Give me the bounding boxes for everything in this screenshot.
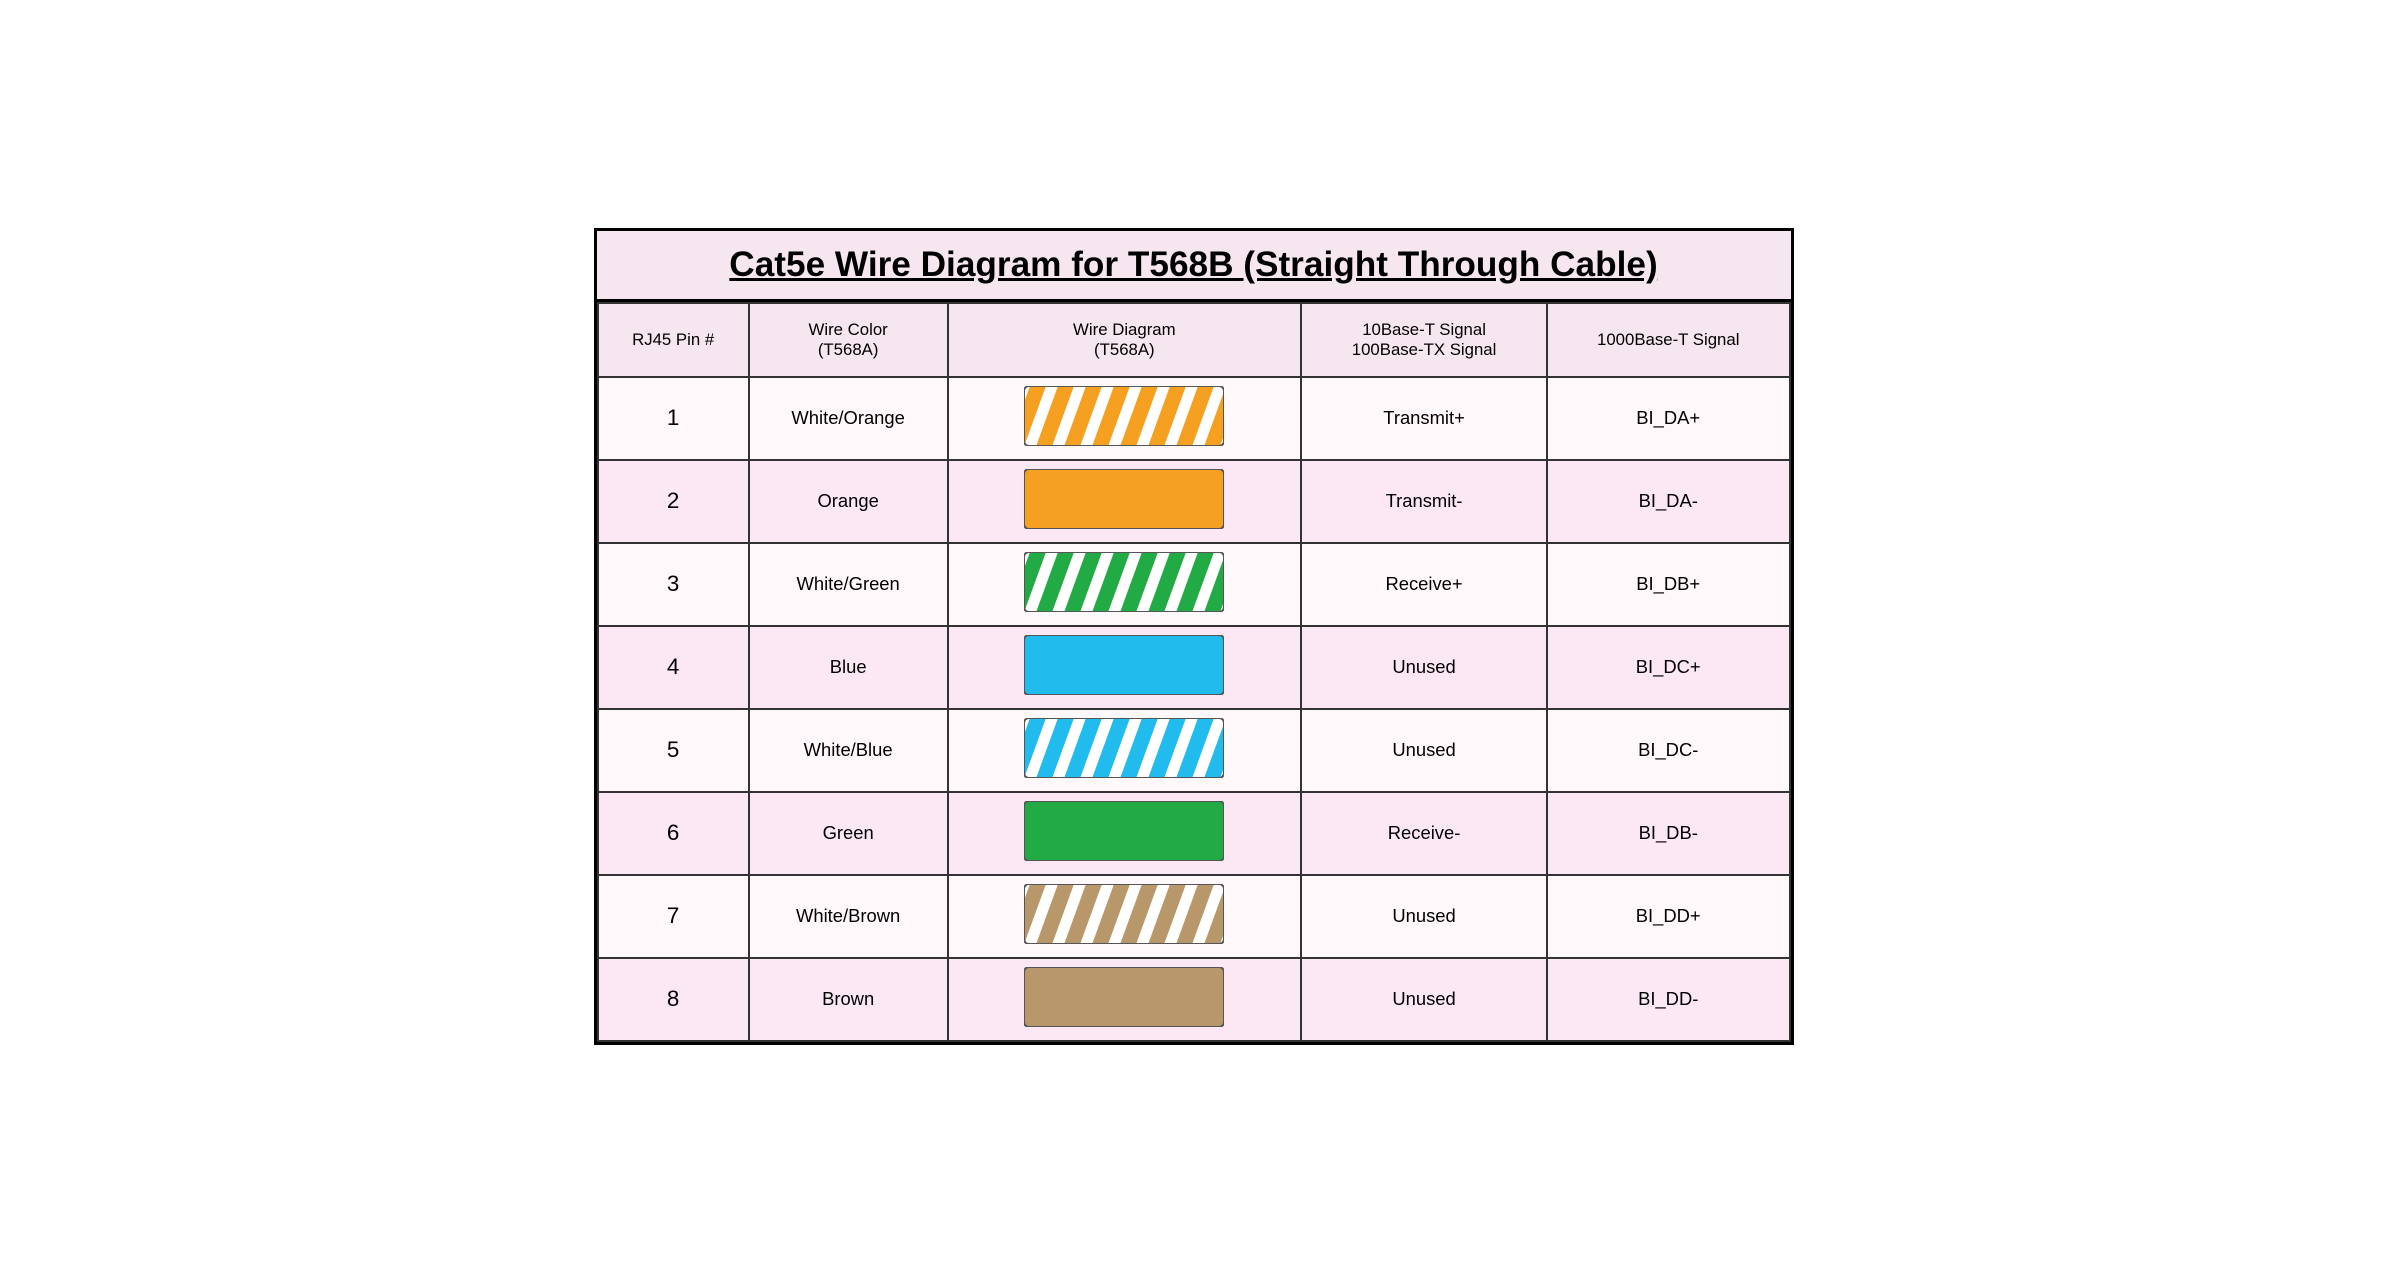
cell-signal-10-100: Transmit+ — [1301, 377, 1547, 460]
cell-color: Blue — [749, 626, 948, 709]
cell-signal-10-100: Transmit- — [1301, 460, 1547, 543]
wire-diagram-visual — [1024, 801, 1224, 861]
table-row: 2 Orange Transmit- BI_DA- — [598, 460, 1790, 543]
cell-diagram — [948, 543, 1302, 626]
cell-diagram — [948, 626, 1302, 709]
table-header-row: RJ45 Pin # Wire Color(T568A) Wire Diagra… — [598, 303, 1790, 377]
wire-diagram-table: RJ45 Pin # Wire Color(T568A) Wire Diagra… — [597, 302, 1791, 1042]
cell-signal-10-100: Receive+ — [1301, 543, 1547, 626]
cell-color: White/Brown — [749, 875, 948, 958]
cell-signal-1000: BI_DD- — [1547, 958, 1790, 1041]
cell-signal-1000: BI_DC+ — [1547, 626, 1790, 709]
cell-diagram — [948, 460, 1302, 543]
header-diagram: Wire Diagram(T568A) — [948, 303, 1302, 377]
wire-diagram-visual — [1024, 469, 1224, 529]
table-row: 8 Brown Unused BI_DD- — [598, 958, 1790, 1041]
cell-pin: 4 — [598, 626, 749, 709]
cell-signal-1000: BI_DA- — [1547, 460, 1790, 543]
cell-diagram — [948, 875, 1302, 958]
table-row: 1 White/Orange Transmit+ BI_DA+ — [598, 377, 1790, 460]
cell-color: White/Green — [749, 543, 948, 626]
table-row: 7 White/Brown Unused BI_DD+ — [598, 875, 1790, 958]
cell-pin: 7 — [598, 875, 749, 958]
wire-diagram-visual — [1024, 635, 1224, 695]
cell-signal-1000: BI_DB+ — [1547, 543, 1790, 626]
table-row: 5 White/Blue Unused BI_DC- — [598, 709, 1790, 792]
cell-color: Orange — [749, 460, 948, 543]
cell-pin: 6 — [598, 792, 749, 875]
wire-diagram-visual — [1024, 386, 1224, 446]
wire-diagram-visual — [1024, 718, 1224, 778]
page-title: Cat5e Wire Diagram for T568B (Straight T… — [597, 231, 1791, 302]
cell-signal-10-100: Receive- — [1301, 792, 1547, 875]
cell-pin: 3 — [598, 543, 749, 626]
cell-color: Brown — [749, 958, 948, 1041]
wire-diagram-visual — [1024, 967, 1224, 1027]
cell-pin: 1 — [598, 377, 749, 460]
cell-signal-10-100: Unused — [1301, 709, 1547, 792]
table-row: 4 Blue Unused BI_DC+ — [598, 626, 1790, 709]
header-color: Wire Color(T568A) — [749, 303, 948, 377]
cell-pin: 5 — [598, 709, 749, 792]
cell-pin: 8 — [598, 958, 749, 1041]
cell-signal-1000: BI_DA+ — [1547, 377, 1790, 460]
cell-signal-1000: BI_DC- — [1547, 709, 1790, 792]
header-signal-1000: 1000Base-T Signal — [1547, 303, 1790, 377]
header-signal-10-100: 10Base-T Signal100Base-TX Signal — [1301, 303, 1547, 377]
cell-diagram — [948, 377, 1302, 460]
main-container: Cat5e Wire Diagram for T568B (Straight T… — [594, 228, 1794, 1045]
cell-diagram — [948, 958, 1302, 1041]
table-row: 3 White/Green Receive+ BI_DB+ — [598, 543, 1790, 626]
wire-diagram-visual — [1024, 552, 1224, 612]
cell-signal-1000: BI_DB- — [1547, 792, 1790, 875]
cell-color: White/Blue — [749, 709, 948, 792]
cell-color: Green — [749, 792, 948, 875]
cell-signal-10-100: Unused — [1301, 626, 1547, 709]
wire-diagram-visual — [1024, 884, 1224, 944]
cell-signal-10-100: Unused — [1301, 958, 1547, 1041]
table-row: 6 Green Receive- BI_DB- — [598, 792, 1790, 875]
cell-diagram — [948, 792, 1302, 875]
cell-signal-1000: BI_DD+ — [1547, 875, 1790, 958]
cell-pin: 2 — [598, 460, 749, 543]
header-pin: RJ45 Pin # — [598, 303, 749, 377]
cell-signal-10-100: Unused — [1301, 875, 1547, 958]
cell-diagram — [948, 709, 1302, 792]
cell-color: White/Orange — [749, 377, 948, 460]
